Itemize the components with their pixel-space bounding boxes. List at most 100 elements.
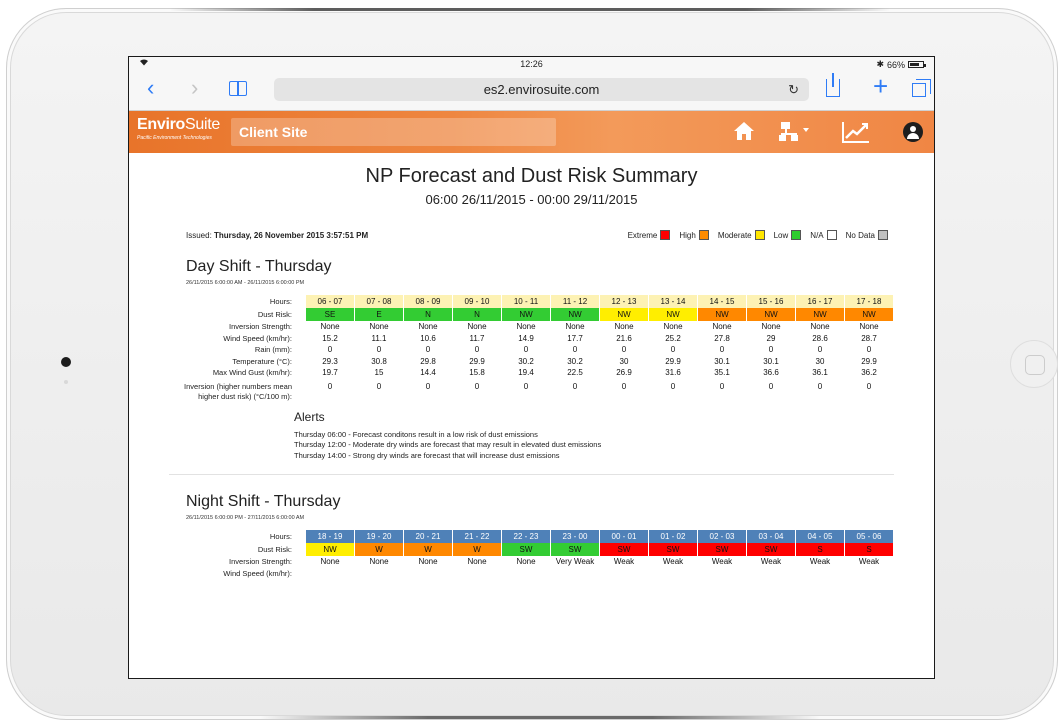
home-button[interactable] <box>1010 340 1058 388</box>
page-content: NP Forecast and Dust Risk Summary 06:00 … <box>129 165 934 579</box>
row-label-dust-risk: Dust Risk: <box>257 545 292 554</box>
sitemap-icon[interactable] <box>779 120 811 147</box>
hour-cell: 08 - 09 <box>404 295 452 308</box>
legend-label: N/A <box>810 230 824 240</box>
inversion-strength-cell: Weak <box>858 557 880 567</box>
row-label-wind-speed: Wind Speed (km/hr): <box>223 333 292 343</box>
inversion-cell: 0 <box>327 381 333 391</box>
reload-icon[interactable]: ↻ <box>788 78 799 101</box>
status-time: 12:26 <box>520 59 543 69</box>
dust-risk-cell: N <box>453 308 501 321</box>
hour-cell: 03 - 04 <box>747 530 795 543</box>
legend-swatch <box>754 230 765 240</box>
address-bar[interactable]: es2.envirosuite.com ↻ <box>274 78 809 101</box>
alerts-section: Alerts Thursday 06:00 - Forecast condito… <box>294 410 914 462</box>
logo-text-thin: Suite <box>185 116 220 133</box>
dust-risk-cell: SW <box>502 543 550 556</box>
tablet-edge-bottom <box>260 716 820 719</box>
dust-risk-cell: SW <box>747 543 795 556</box>
inversion-strength-cell: Weak <box>711 557 733 567</box>
temperature-cell: 29.9 <box>665 356 681 366</box>
status-bar: 12:26 ✱ 66% <box>129 57 934 71</box>
hour-cell: 17 - 18 <box>845 295 893 308</box>
rain-cell: 0 <box>670 345 676 355</box>
risk-legend: Extreme High Moderate Low N/A No Data <box>628 230 894 240</box>
max-gust-cell: 26.9 <box>616 368 632 378</box>
wind-speed-cell: 28.6 <box>812 333 828 343</box>
light-sensor <box>64 380 68 384</box>
inversion-cell: 0 <box>621 381 627 391</box>
dust-risk-cell: S <box>796 543 844 556</box>
hour-cell: 18 - 19 <box>306 530 354 543</box>
dust-risk-cell: W <box>355 543 403 556</box>
tabs-icon[interactable] <box>912 79 931 97</box>
hour-cell: 14 - 15 <box>698 295 746 308</box>
row-label-hours: Hours: <box>269 532 292 541</box>
dust-risk-cell: NW <box>747 308 795 321</box>
row-label-inversion: Inversion (higher numbers mean higher du… <box>184 381 292 401</box>
dust-risk-cell: W <box>404 543 452 556</box>
day-shift-table: Hours: 06 - 07 07 - 08 08 - 09 09 - 10 10 - 1… <box>169 295 894 402</box>
inversion-strength-cell: Very Weak <box>555 557 595 567</box>
inversion-strength-cell: Weak <box>809 557 831 567</box>
dust-risk-cell: NW <box>600 308 648 321</box>
tablet-edge-top <box>170 8 890 11</box>
dust-risk-cell: NW <box>551 308 599 321</box>
app-header: EnviroSuite Pacific Environment Technolo… <box>129 111 934 153</box>
wind-speed-cell: 14.9 <box>518 333 534 343</box>
legend-label: Moderate <box>717 230 752 240</box>
temperature-cell: 30 <box>815 356 825 366</box>
wind-speed-cell: 25.2 <box>665 333 681 343</box>
legend-swatch <box>826 230 837 240</box>
bookmarks-icon[interactable] <box>229 81 247 96</box>
hour-cell: 01 - 02 <box>649 530 697 543</box>
dust-risk-cell: E <box>355 308 403 321</box>
logo-text-bold: Enviro <box>137 116 185 133</box>
screen: 12:26 ✱ 66% ‹ › es2.envirosuite.com ↻ + … <box>128 56 935 679</box>
share-icon[interactable] <box>826 73 840 97</box>
inversion-strength-cell: None <box>418 557 438 567</box>
forward-icon[interactable]: › <box>191 77 198 99</box>
new-tab-icon[interactable]: + <box>873 73 888 99</box>
chart-icon[interactable] <box>842 121 870 143</box>
legend-label: No Data <box>845 230 875 240</box>
legend-label: Extreme <box>627 230 658 240</box>
max-gust-cell: 15 <box>374 368 384 378</box>
hour-cell: 13 - 14 <box>649 295 697 308</box>
inversion-strength-cell: None <box>810 322 830 332</box>
dust-risk-cell: S <box>845 543 893 556</box>
row-label-inversion-strength: Inversion Strength: <box>229 557 292 567</box>
legend-swatch <box>878 230 888 240</box>
legend-swatch <box>698 230 709 240</box>
temperature-cell: 30.2 <box>567 356 583 366</box>
inversion-strength-cell: Weak <box>662 557 684 567</box>
hour-cell: 04 - 05 <box>796 530 844 543</box>
issued-text: Issued: Thursday, 26 November 2015 3:57:… <box>186 231 368 240</box>
dust-risk-cell: SW <box>698 543 746 556</box>
hour-cell: 19 - 20 <box>355 530 403 543</box>
alert-item: Thursday 14:00 - Strong dry winds are fo… <box>294 450 560 460</box>
logo-tagline: Pacific Environment Technologies <box>137 135 212 141</box>
site-selector[interactable]: Client Site <box>231 118 556 146</box>
hour-cell: 12 - 13 <box>600 295 648 308</box>
night-shift-title: Night Shift - Thursday <box>186 493 341 510</box>
user-icon[interactable] <box>903 122 923 142</box>
back-icon[interactable]: ‹ <box>147 77 154 99</box>
legend-label: High <box>679 230 696 240</box>
dust-risk-cell: SW <box>600 543 648 556</box>
home-icon[interactable] <box>733 121 755 141</box>
wind-speed-cell: 21.6 <box>616 333 632 343</box>
inversion-strength-cell: None <box>418 322 438 332</box>
hour-cell: 21 - 22 <box>453 530 501 543</box>
inversion-cell: 0 <box>572 381 578 391</box>
hour-cell: 22 - 23 <box>502 530 550 543</box>
rain-cell: 0 <box>621 345 627 355</box>
inversion-cell: 0 <box>523 381 529 391</box>
logo[interactable]: EnviroSuite Pacific Environment Technolo… <box>137 116 220 141</box>
night-shift-range: 26/11/2015 6:00:00 PM - 27/11/2015 6:00:… <box>186 515 305 521</box>
max-gust-cell: 36.1 <box>812 368 828 378</box>
hour-cell: 23 - 00 <box>551 530 599 543</box>
legend-label: Low <box>773 230 789 240</box>
max-gust-cell: 19.7 <box>322 368 338 378</box>
rain-cell: 0 <box>866 345 872 355</box>
